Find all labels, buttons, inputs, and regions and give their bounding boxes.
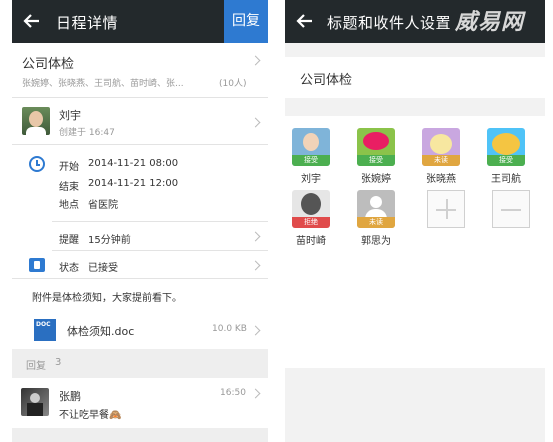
clock-icon [29,156,45,172]
recipient-name: 苗时崎 [296,236,326,247]
top-bar: 标题和收件人设置 威易网 [285,0,545,43]
bottom-band [12,428,268,442]
recipient-name: 郭思为 [361,236,391,247]
creator-name: 刘宇 [59,109,81,122]
recipient-avatar: 未读 [422,128,460,166]
end-value: 2014-11-21 12:00 [88,178,179,189]
recipient-zhang-wanting[interactable]: 接受 张婉婷 [350,128,402,185]
add-recipient-button[interactable] [427,190,465,228]
time-location-block: 开始 2014-11-21 08:00 结束 2014-11-21 12:00 … [12,145,268,221]
back-arrow-icon[interactable] [295,11,315,31]
reply-text: 不让吃早餐🙈 [59,410,122,421]
recipient-avatar: 接受 [487,128,525,166]
recipient-name: 王司航 [491,174,521,185]
page-title: 日程详情 [56,14,119,32]
chevron-right-icon [250,117,261,128]
accepted-badge: 接受 [357,155,395,166]
status-icon [29,258,45,272]
creator-avatar [22,107,50,135]
start-value: 2014-11-21 08:00 [88,158,179,169]
reply-time: 16:50 [220,388,246,398]
reply-author-avatar [21,388,49,416]
recipient-liu-yu[interactable]: 接受 刘宇 [285,128,337,185]
watermark: 威易网 [455,10,525,35]
creator-row[interactable]: 刘宇 创建于 16:47 [12,98,268,144]
accepted-badge: 接受 [292,155,330,166]
recipient-avatar: 拒绝 [292,190,330,228]
recipient-name: 张晓燕 [426,174,456,185]
chevron-right-icon [250,260,261,271]
subject-field[interactable]: 公司体检 [285,57,545,98]
attendee-list: 张婉婷、张晓燕、王司航、苗时崎、张... [22,79,184,89]
attendee-count: (10人) [219,79,247,89]
remove-recipient-button[interactable] [492,190,530,228]
recipient-grid: 接受 刘宇 接受 张婉婷 未读 张晓燕 接受 王司航 拒绝 苗时崎 未读 郭思为 [285,116,545,264]
event-title: 公司体检 [22,57,75,72]
event-note: 附件是体检须知，大家提前看下。 [32,293,182,304]
replies-label: 回复 [26,361,46,372]
replies-header: 回复 3 [12,349,268,378]
recipient-avatar: 接受 [292,128,330,166]
doc-file-icon: DOC [34,319,56,341]
attachment-name: 体检须知.doc [67,325,135,338]
status-label: 状态 [59,263,79,274]
attachment-size: 10.0 KB [212,324,247,334]
chevron-right-icon [250,231,261,242]
chevron-right-icon [250,325,261,336]
divider [12,278,268,279]
location-value: 省医院 [88,200,118,211]
recipient-avatar: 接受 [357,128,395,166]
accepted-badge: 接受 [487,155,525,166]
attachment-row[interactable]: DOC 体检须知.doc 10.0 KB [12,313,268,347]
status-value: 已接受 [88,263,118,274]
reminder-label: 提醒 [59,235,79,246]
replies-count: 3 [55,357,62,368]
created-time: 创建于 16:47 [59,128,115,138]
location-label: 地点 [59,200,79,211]
top-bar: 日程详情 回复 [12,0,268,43]
event-detail-screen: 日程详情 回复 公司体检 张婉婷、张晓燕、王司航、苗时崎、张... (10人) … [12,0,268,442]
empty-area [285,264,545,368]
end-label: 结束 [59,182,79,193]
rejected-badge: 拒绝 [292,217,330,228]
recipient-wang-sihang[interactable]: 接受 王司航 [480,128,532,185]
reply-item[interactable]: 张鹏 16:50 不让吃早餐🙈 [12,378,268,428]
recipient-miao-shiqi[interactable]: 拒绝 苗时崎 [285,190,337,247]
event-title-row[interactable]: 公司体检 张婉婷、张晓燕、王司航、苗时崎、张... (10人) [12,43,268,97]
unread-badge: 未读 [422,155,460,166]
reminder-value: 15分钟前 [88,235,131,246]
chevron-right-icon [250,388,261,399]
recipient-name: 张婉婷 [361,174,391,185]
reminder-row[interactable]: 提醒 15分钟前 [12,222,268,250]
chevron-right-icon [250,55,261,66]
status-row[interactable]: 状态 已接受 [12,251,268,278]
reply-author: 张鹏 [59,390,81,403]
title-recipients-screen: 标题和收件人设置 威易网 公司体检 接受 刘宇 接受 张婉婷 未读 张晓燕 接受… [285,0,545,442]
back-arrow-icon[interactable] [22,11,42,31]
subject-text: 公司体检 [300,73,353,88]
start-label: 开始 [59,162,79,173]
recipient-guo-siwei[interactable]: 未读 郭思为 [350,190,402,247]
recipient-name: 刘宇 [301,174,321,185]
page-title: 标题和收件人设置 [327,14,452,32]
unread-badge: 未读 [357,217,395,228]
recipient-avatar: 未读 [357,190,395,228]
recipient-zhang-xiaoyan[interactable]: 未读 张晓燕 [415,128,467,185]
reply-button[interactable]: 回复 [224,0,268,43]
